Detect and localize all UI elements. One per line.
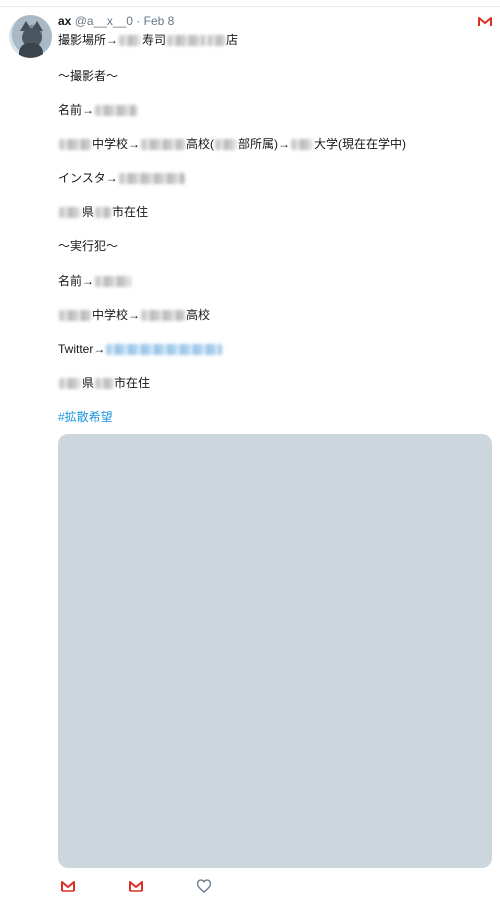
tweet-actions bbox=[58, 878, 258, 894]
text-fragment: 市在住 bbox=[114, 376, 151, 390]
tweet-line: 県 市在住 bbox=[58, 204, 148, 220]
text-fragment: 名前→ bbox=[58, 274, 95, 288]
tweet-line: 名前→ bbox=[58, 273, 132, 289]
redacted-text bbox=[118, 173, 185, 185]
redacted-text bbox=[59, 310, 91, 322]
hashtag-link[interactable]: #拡散希望 bbox=[58, 410, 113, 424]
gmail-icon[interactable] bbox=[60, 878, 76, 894]
redacted-text bbox=[141, 310, 186, 322]
tweet-line: 名前→ bbox=[58, 102, 138, 118]
tweet-line: Twitter→ bbox=[58, 341, 223, 357]
text-fragment: 高校 bbox=[186, 308, 211, 322]
redacted-text bbox=[59, 207, 81, 219]
text-fragment: 店 bbox=[226, 33, 239, 47]
text-fragment: 撮影場所→ bbox=[58, 33, 119, 47]
tweet-media-placeholder[interactable] bbox=[58, 434, 492, 868]
gmail-icon[interactable] bbox=[478, 16, 492, 27]
tweet-header: ax @a__x__0 · Feb 8 bbox=[58, 14, 174, 29]
redacted-text bbox=[119, 35, 142, 47]
text-fragment: 〜撮影者〜 bbox=[58, 69, 119, 83]
text-fragment: 高校( bbox=[186, 137, 215, 151]
redacted-link[interactable] bbox=[106, 344, 223, 356]
author-name[interactable]: ax bbox=[58, 14, 71, 28]
tweet-line: 撮影場所→ 寿司 店 bbox=[58, 32, 238, 48]
heart-icon[interactable] bbox=[196, 878, 212, 894]
text-fragment: インスタ→ bbox=[58, 171, 118, 185]
text-fragment: 寿司 bbox=[142, 33, 167, 47]
text-fragment: 大学(現在在学中) bbox=[314, 137, 407, 151]
redacted-text bbox=[207, 35, 226, 47]
text-fragment: 県 bbox=[82, 376, 95, 390]
redacted-text bbox=[95, 105, 138, 117]
redacted-text bbox=[167, 35, 206, 47]
top-divider bbox=[0, 6, 500, 7]
redacted-text bbox=[141, 139, 186, 151]
tweet-line: インスタ→ bbox=[58, 170, 186, 186]
redacted-text bbox=[95, 378, 114, 390]
redacted-text bbox=[95, 207, 112, 219]
text-fragment: 部所属)→ bbox=[238, 137, 291, 151]
redacted-text bbox=[291, 139, 314, 151]
avatar[interactable] bbox=[9, 15, 52, 58]
text-fragment: 〜実行犯〜 bbox=[58, 239, 119, 253]
text-fragment: 名前→ bbox=[58, 103, 95, 117]
gmail-icon[interactable] bbox=[128, 878, 144, 894]
text-fragment: Twitter→ bbox=[58, 342, 106, 356]
tweet-line: 県 市在住 bbox=[58, 375, 150, 391]
author-handle[interactable]: @a__x__0 bbox=[75, 14, 133, 28]
meta-separator: · bbox=[136, 14, 141, 28]
tweet-line: 〜撮影者〜 bbox=[58, 68, 118, 84]
redacted-text bbox=[95, 276, 132, 288]
text-fragment: 中学校→ bbox=[92, 137, 141, 151]
text-fragment: 中学校→ bbox=[92, 308, 141, 322]
avatar-body bbox=[19, 43, 43, 58]
tweet-date[interactable]: Feb 8 bbox=[144, 14, 175, 28]
text-fragment: 市在住 bbox=[112, 205, 149, 219]
text-fragment: 県 bbox=[82, 205, 95, 219]
tweet-line: 中学校→ 高校 bbox=[58, 307, 210, 323]
redacted-text bbox=[215, 139, 238, 151]
tweet-line: #拡散希望 bbox=[58, 409, 113, 425]
tweet-line: 〜実行犯〜 bbox=[58, 238, 118, 254]
redacted-text bbox=[59, 378, 81, 390]
redacted-text bbox=[59, 139, 91, 151]
tweet-line: 中学校→ 高校( 部所属)→ 大学(現在在学中) bbox=[58, 136, 406, 152]
